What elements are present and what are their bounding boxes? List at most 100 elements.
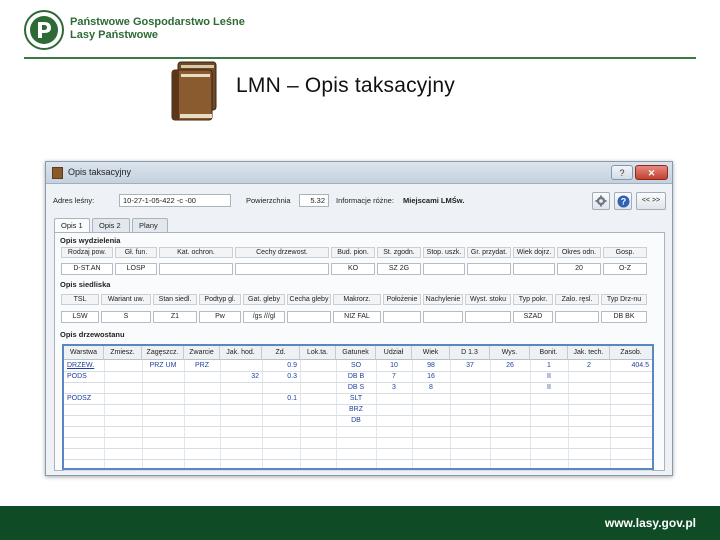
grid-cell[interactable] [145, 405, 181, 416]
value-cecha-gleby[interactable] [287, 311, 331, 323]
adres-field[interactable]: 10-27-1-05-422 -c -00 [119, 194, 231, 207]
grid-cell[interactable] [223, 383, 259, 394]
value-gl-fun[interactable]: LOSP [115, 263, 157, 275]
grid-cell[interactable] [187, 372, 217, 383]
grid-cell[interactable] [265, 405, 297, 416]
grid-cell[interactable] [415, 405, 447, 416]
grid-cell[interactable] [145, 394, 181, 405]
grid-cell[interactable]: PODS [67, 372, 101, 383]
value-zalo-resl[interactable] [555, 311, 599, 323]
value-typ-drz-nu[interactable]: DB BK [601, 311, 647, 323]
grid-cell[interactable] [613, 394, 649, 405]
grid-cell[interactable] [493, 394, 527, 405]
grid-cell[interactable]: ŚLT [339, 394, 373, 405]
grid-cell[interactable]: DB S [339, 383, 373, 394]
grid-cell[interactable] [67, 383, 101, 394]
grid-cell[interactable] [303, 372, 333, 383]
window-titlebar[interactable]: Opis taksacyjny ? ✕ [46, 162, 672, 184]
grid-cell[interactable] [145, 372, 181, 383]
grid-cell[interactable] [187, 394, 217, 405]
grid-cell[interactable] [613, 416, 649, 427]
grid-cell[interactable] [223, 361, 259, 372]
grid-cell[interactable]: PODSZ [67, 394, 101, 405]
value-typ-pokr[interactable]: SZAD [513, 311, 553, 323]
grid-cell[interactable] [145, 383, 181, 394]
grid-header-d13[interactable]: D 1.3 [450, 346, 490, 360]
grid-cell[interactable]: DRZEW. [67, 361, 101, 372]
grid-cell[interactable] [187, 405, 217, 416]
grid-cell[interactable] [303, 361, 333, 372]
help-window-button[interactable]: ? [611, 165, 633, 180]
grid-cell[interactable] [67, 416, 101, 427]
value-wyst-stoku[interactable] [465, 311, 511, 323]
grid-header-udzial[interactable]: Udział [376, 346, 412, 360]
grid-cell[interactable]: 98 [415, 361, 447, 372]
value-makrorz[interactable]: NIZ FAL [333, 311, 381, 323]
powierzchnia-field[interactable]: 5.32 [299, 194, 329, 207]
value-bud-pion[interactable]: KO [331, 263, 375, 275]
grid-cell[interactable] [107, 416, 139, 427]
grid-header-warstwa[interactable]: Warstwa [64, 346, 104, 360]
grid-cell[interactable] [303, 383, 333, 394]
grid-cell[interactable] [493, 416, 527, 427]
value-okres-odn[interactable]: 20 [557, 263, 601, 275]
grid-cell[interactable] [415, 416, 447, 427]
grid-cell[interactable]: PRZ UM [145, 361, 181, 372]
value-rodzaj-pow[interactable]: D-ST.AN [61, 263, 113, 275]
grid-cell[interactable]: 0.3 [265, 372, 297, 383]
grid-cell[interactable]: 16 [415, 372, 447, 383]
value-wariant-uw[interactable]: Ś [101, 311, 151, 323]
grid-header-gatunek[interactable]: Gatunek [336, 346, 376, 360]
grid-cell[interactable]: 7 [379, 372, 409, 383]
grid-header-jak-hod[interactable]: Jak. hod. [220, 346, 262, 360]
grid-cell[interactable] [571, 416, 607, 427]
grid-cell[interactable]: 8 [415, 383, 447, 394]
value-cechy-drzewost[interactable] [235, 263, 329, 275]
value-st-zgodn[interactable]: SZ 2G [377, 263, 421, 275]
grid-cell[interactable] [533, 405, 565, 416]
value-stan-siedl[interactable]: Z1 [153, 311, 197, 323]
grid-cell[interactable] [493, 372, 527, 383]
grid-cell[interactable] [265, 383, 297, 394]
grid-header-zasob[interactable]: Zasob. [610, 346, 652, 360]
grid-cell[interactable] [533, 416, 565, 427]
value-tsl[interactable]: LŚW [61, 311, 99, 323]
grid-cell[interactable] [107, 361, 139, 372]
close-window-button[interactable]: ✕ [635, 165, 668, 180]
navigation-button[interactable]: << >> [636, 192, 666, 210]
grid-cell[interactable] [379, 416, 409, 427]
help-button[interactable]: ? [614, 192, 632, 210]
grid-cell[interactable] [265, 416, 297, 427]
grid-cell[interactable] [303, 416, 333, 427]
grid-cell[interactable] [613, 383, 649, 394]
grid-cell[interactable] [453, 394, 487, 405]
grid-cell[interactable] [145, 416, 181, 427]
value-gat-gleby[interactable]: /gs ///gl [243, 311, 285, 323]
value-podtyp-gl[interactable]: Pw [199, 311, 241, 323]
grid-cell[interactable] [453, 416, 487, 427]
grid-cell[interactable]: 32 [223, 372, 259, 383]
tab-plany[interactable]: Plany [132, 218, 168, 232]
grid-header-lokta[interactable]: Lok.ta. [300, 346, 336, 360]
grid-header-bonit[interactable]: Bonit. [530, 346, 568, 360]
tab-opis-1[interactable]: Opis 1 [54, 218, 90, 233]
grid-cell[interactable] [187, 416, 217, 427]
grid-cell[interactable]: 37 [453, 361, 487, 372]
grid-cell[interactable]: 0.1 [265, 394, 297, 405]
grid-cell[interactable] [223, 405, 259, 416]
value-stop-uszk[interactable] [423, 263, 465, 275]
drzewostan-grid[interactable]: Warstwa Zmiesz. Zagęszcz. Zwarcie Jak. h… [62, 344, 654, 471]
grid-cell[interactable] [533, 394, 565, 405]
grid-cell[interactable]: 26 [493, 361, 527, 372]
grid-header-zageszcz[interactable]: Zagęszcz. [142, 346, 184, 360]
grid-header-zmiesz[interactable]: Zmiesz. [104, 346, 142, 360]
value-gosp[interactable]: O-Z [603, 263, 647, 275]
grid-cell[interactable]: 2 [571, 361, 607, 372]
grid-cell[interactable]: PRZ [187, 361, 217, 372]
grid-cell[interactable] [379, 405, 409, 416]
grid-cell[interactable]: 0.9 [265, 361, 297, 372]
grid-cell[interactable] [453, 383, 487, 394]
grid-cell[interactable]: DB B [339, 372, 373, 383]
grid-cell[interactable] [223, 416, 259, 427]
grid-cell[interactable] [453, 405, 487, 416]
